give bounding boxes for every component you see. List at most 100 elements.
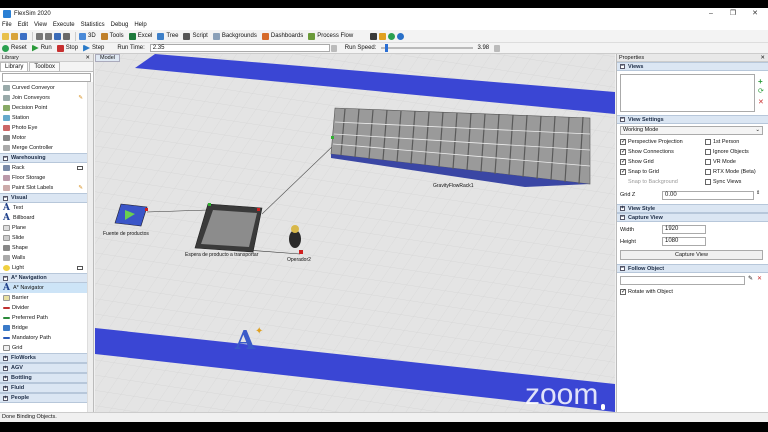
- working-mode-dropdown[interactable]: Working Mode ⌄: [620, 126, 763, 135]
- view-tool-icon[interactable]: [63, 32, 70, 40]
- tab-toolbox[interactable]: Toolbox: [29, 62, 61, 71]
- height-input[interactable]: 1080: [662, 237, 706, 246]
- astar-navigator-object[interactable]: A: [234, 326, 256, 356]
- menu-edit[interactable]: Edit: [18, 22, 28, 28]
- checkbox[interactable]: [620, 288, 626, 295]
- library-item[interactable]: Motor: [0, 133, 93, 143]
- check-ignore-objects[interactable]: Ignore Objects: [705, 147, 756, 157]
- delete-view-icon[interactable]: ✕: [758, 98, 764, 106]
- library-item[interactable]: Bridge: [0, 323, 93, 333]
- maximize-button[interactable]: ❐: [722, 8, 744, 20]
- section-view-style[interactable]: + View Style: [617, 204, 768, 213]
- library-item[interactable]: Photo Eye: [0, 123, 93, 133]
- library-close-icon[interactable]: ✕: [85, 54, 90, 62]
- eyedropper-icon[interactable]: ✎: [748, 275, 753, 282]
- category-bottling[interactable]: + Bottling: [0, 373, 93, 383]
- tab-model[interactable]: Model: [95, 54, 120, 62]
- run-speed-slider[interactable]: [381, 44, 474, 52]
- edit-tool-icon[interactable]: [54, 32, 61, 40]
- follow-object-input[interactable]: [620, 276, 745, 285]
- edit-pencil-icon[interactable]: ✎: [78, 185, 83, 191]
- capture-view-button[interactable]: Capture View: [620, 250, 763, 260]
- library-item[interactable]: Slide: [0, 233, 93, 243]
- reset-button[interactable]: Reset: [2, 44, 27, 52]
- library-item[interactable]: A Billboard: [0, 213, 93, 223]
- slider-thumb[interactable]: [385, 44, 389, 52]
- lightbulb-icon[interactable]: [379, 32, 387, 40]
- library-item[interactable]: Mandatory Path: [0, 333, 93, 343]
- grid-z-input[interactable]: 0.00: [662, 191, 754, 200]
- category-astar-navigation[interactable]: − A* Navigation: [0, 273, 93, 283]
- dashboards-button[interactable]: Dashboards: [261, 32, 303, 40]
- checkbox[interactable]: [620, 138, 626, 145]
- library-item[interactable]: Decision Point: [0, 103, 93, 113]
- width-input[interactable]: 1920: [662, 225, 706, 234]
- 3d-button[interactable]: 3D: [79, 32, 96, 40]
- checkbox[interactable]: [620, 168, 626, 175]
- tools-button[interactable]: Tools: [100, 32, 124, 40]
- select-tool-icon[interactable]: [45, 32, 52, 40]
- window-icon[interactable]: [77, 266, 83, 270]
- script-button[interactable]: Script: [183, 32, 208, 40]
- run-button[interactable]: Run: [31, 44, 52, 52]
- excel-button[interactable]: Excel: [128, 32, 152, 40]
- section-view-settings[interactable]: − View Settings: [617, 115, 768, 124]
- open-icon[interactable]: [11, 32, 18, 40]
- library-item[interactable]: Divider: [0, 303, 93, 313]
- grid-z-spinner-icon[interactable]: ⇕: [756, 190, 760, 196]
- run-time-dropdown-icon[interactable]: [330, 44, 337, 52]
- globe-icon[interactable]: [388, 32, 396, 40]
- tab-library[interactable]: Library: [0, 62, 29, 71]
- menu-debug[interactable]: Debug: [111, 22, 129, 28]
- stop-button[interactable]: Stop: [56, 44, 78, 52]
- section-follow-object[interactable]: − Follow Object: [617, 264, 768, 273]
- model-3d-view[interactable]: A ✦ Fuente de productos Espera de produc…: [95, 54, 615, 412]
- library-item[interactable]: Grid: [0, 343, 93, 353]
- properties-close-icon[interactable]: ✕: [760, 54, 765, 62]
- save-icon[interactable]: [20, 32, 27, 40]
- library-item[interactable]: A Text: [0, 203, 93, 213]
- backgrounds-button[interactable]: Backgrounds: [212, 32, 257, 40]
- category-warehousing[interactable]: − Warehousing: [0, 153, 93, 163]
- checkbox[interactable]: [705, 179, 711, 185]
- checkbox[interactable]: [620, 158, 626, 165]
- window-icon[interactable]: [77, 166, 83, 170]
- new-model-icon[interactable]: [2, 32, 9, 40]
- menu-help[interactable]: Help: [134, 22, 146, 28]
- help-icon[interactable]: [397, 32, 405, 40]
- check-vr-mode[interactable]: VR Mode: [705, 157, 756, 167]
- add-view-icon[interactable]: +: [758, 77, 763, 86]
- menu-file[interactable]: File: [2, 22, 12, 28]
- category-people[interactable]: + People: [0, 393, 93, 403]
- library-item[interactable]: Light: [0, 263, 93, 273]
- category-fluid[interactable]: + Fluid: [0, 383, 93, 393]
- library-item-selected[interactable]: A A* Navigator: [0, 283, 93, 293]
- close-button[interactable]: ✕: [744, 8, 766, 20]
- check-snap-to-grid[interactable]: Snap to Grid: [620, 167, 683, 177]
- checkbox[interactable]: [705, 149, 711, 155]
- library-scrollbar[interactable]: [87, 82, 93, 412]
- tree-button[interactable]: Tree: [157, 32, 178, 40]
- connect-tool-icon[interactable]: [36, 32, 43, 40]
- library-item[interactable]: Floor Storage: [0, 173, 93, 183]
- checkbox[interactable]: [705, 159, 711, 165]
- views-list[interactable]: [620, 74, 755, 112]
- checkbox[interactable]: [705, 139, 711, 145]
- check-show-connections[interactable]: Show Connections: [620, 147, 683, 157]
- menu-view[interactable]: View: [34, 22, 47, 28]
- check-rotate-with-object[interactable]: Rotate with Object: [620, 287, 673, 297]
- refresh-icon[interactable]: ⟳: [758, 87, 764, 95]
- clear-icon[interactable]: ✕: [757, 275, 762, 282]
- minimize-button[interactable]: –: [700, 8, 722, 20]
- process-flow-button[interactable]: Process Flow: [308, 32, 353, 40]
- layout-icon[interactable]: [370, 32, 378, 40]
- check-perspective[interactable]: Perspective Projection: [620, 137, 683, 147]
- run-speed-dropdown-icon[interactable]: [494, 44, 501, 52]
- menu-statistics[interactable]: Statistics: [81, 22, 105, 28]
- library-item[interactable]: Plane: [0, 223, 93, 233]
- edit-pencil-icon[interactable]: ✎: [78, 95, 83, 101]
- library-item[interactable]: Walls: [0, 253, 93, 263]
- check-rtx-mode[interactable]: RTX Mode (Beta): [705, 167, 756, 177]
- library-item[interactable]: Curved Conveyor: [0, 83, 93, 93]
- menu-execute[interactable]: Execute: [53, 22, 75, 28]
